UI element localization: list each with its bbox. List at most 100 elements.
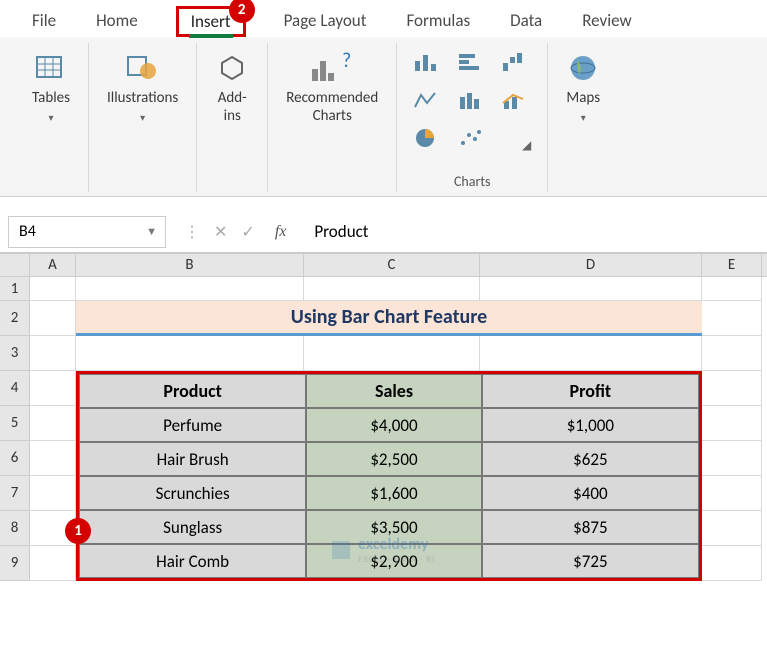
chart-dialog-icon[interactable]: ◢ xyxy=(497,123,531,153)
row-header[interactable]: 9 xyxy=(0,546,30,581)
group-charts: ◢ Charts xyxy=(397,43,548,192)
cell-profit: $625 xyxy=(482,442,699,476)
fx-icon[interactable]: fx xyxy=(265,223,297,241)
group-illustrations: Illustrations ▾ xyxy=(89,43,197,192)
table-row[interactable]: Sunglass $3,500 $875 xyxy=(79,510,699,544)
row-header[interactable]: 7 xyxy=(0,476,30,511)
cells-area[interactable]: Using Bar Chart Feature 1 Product Sales … xyxy=(30,277,767,581)
illustrations-label: Illustrations xyxy=(107,89,178,107)
header-product: Product xyxy=(79,374,306,408)
addins-label: Add- ins xyxy=(218,89,247,125)
group-maps: Maps ▾ xyxy=(548,43,618,192)
svg-text:?: ? xyxy=(342,51,351,73)
group-addins: Add- ins xyxy=(197,43,268,192)
dots-icon: ⋮ xyxy=(184,222,200,242)
chevron-down-icon: ▾ xyxy=(140,111,145,124)
row-header[interactable]: 6 xyxy=(0,441,30,476)
cell-sales: $3,500 xyxy=(306,510,481,544)
tab-data[interactable]: Data xyxy=(508,6,544,37)
ribbon: Tables ▾ Illustrations ▾ Add- ins ? Reco… xyxy=(0,37,767,197)
chart-combo-icon[interactable] xyxy=(497,85,531,115)
name-box-value: B4 xyxy=(19,222,36,241)
chevron-down-icon[interactable]: ▼ xyxy=(146,225,157,238)
col-header-A[interactable]: A xyxy=(30,254,76,276)
chart-column-icon[interactable] xyxy=(409,47,443,77)
tab-home[interactable]: Home xyxy=(94,6,140,37)
cell-sales: $2,500 xyxy=(306,442,481,476)
col-header-D[interactable]: D xyxy=(480,254,702,276)
cell-profit: $725 xyxy=(482,544,699,578)
rec-charts-button[interactable]: ? Recommended Charts xyxy=(280,47,384,129)
row-header[interactable]: 4 xyxy=(0,371,30,406)
chart-bar-icon[interactable] xyxy=(453,47,487,77)
chart-waterfall-icon[interactable] xyxy=(497,47,531,77)
group-tables: Tables ▾ xyxy=(14,43,89,192)
cell-profit: $1,000 xyxy=(482,408,699,442)
enter-icon[interactable]: ✓ xyxy=(241,222,254,242)
cell-sales: $2,900 xyxy=(306,544,481,578)
cell-sales: $1,600 xyxy=(306,476,481,510)
cancel-icon[interactable]: ✕ xyxy=(214,222,227,242)
table-header-row: Product Sales Profit xyxy=(79,374,699,408)
row-header[interactable]: 3 xyxy=(0,336,30,371)
chart-pie-icon[interactable] xyxy=(409,123,443,153)
tables-button[interactable]: Tables ▾ xyxy=(26,47,76,128)
row-headers: 1 2 3 4 5 6 7 8 9 xyxy=(0,277,30,581)
tables-icon xyxy=(34,51,68,85)
cell-product: Hair Brush xyxy=(79,442,306,476)
header-profit: Profit xyxy=(482,374,699,408)
chart-type-grid: ◢ xyxy=(409,47,535,159)
col-header-E[interactable]: E xyxy=(702,254,762,276)
ribbon-tabs: File Home Insert 2 Page Layout Formulas … xyxy=(0,0,767,37)
table-row[interactable]: Perfume $4,000 $1,000 xyxy=(79,408,699,442)
tab-review[interactable]: Review xyxy=(580,6,633,37)
tab-file[interactable]: File xyxy=(30,6,58,37)
worksheet: 1 2 3 4 5 6 7 8 9 Using Bar Chart Featur… xyxy=(0,277,767,581)
cell-product: Scrunchies xyxy=(79,476,306,510)
tab-page-layout[interactable]: Page Layout xyxy=(282,6,369,37)
tab-formulas[interactable]: Formulas xyxy=(404,6,472,37)
tab-insert[interactable]: Insert xyxy=(189,7,233,38)
chevron-down-icon: ▾ xyxy=(48,111,53,124)
table-row[interactable]: Scrunchies $1,600 $400 xyxy=(79,476,699,510)
maps-icon xyxy=(566,51,600,85)
row-header[interactable]: 1 xyxy=(0,277,30,301)
tables-label: Tables xyxy=(32,89,70,107)
row-header[interactable]: 5 xyxy=(0,406,30,441)
chart-scatter-icon[interactable] xyxy=(453,123,487,153)
formula-controls: ⋮ ✕ ✓ xyxy=(174,222,265,242)
illustrations-button[interactable]: Illustrations ▾ xyxy=(101,47,184,128)
maps-button[interactable]: Maps ▾ xyxy=(560,47,606,128)
addins-icon xyxy=(215,51,249,85)
cell-profit: $875 xyxy=(482,510,699,544)
addins-button[interactable]: Add- ins xyxy=(209,47,255,129)
charts-group-label: Charts xyxy=(454,173,491,190)
cell-product: Hair Comb xyxy=(79,544,306,578)
tab-insert-highlight: Insert 2 xyxy=(176,6,246,37)
cell-profit: $400 xyxy=(482,476,699,510)
data-table-selection[interactable]: 1 Product Sales Profit Perfume $4,000 $1… xyxy=(76,371,702,581)
table-row[interactable]: Hair Comb $2,900 $725 xyxy=(79,544,699,578)
maps-label: Maps xyxy=(566,89,600,107)
chart-line-icon[interactable] xyxy=(409,85,443,115)
table-row[interactable]: Hair Brush $2,500 $625 xyxy=(79,442,699,476)
name-box[interactable]: B4 ▼ xyxy=(8,216,166,248)
rec-charts-icon: ? xyxy=(307,51,357,85)
column-headers: A B C D E xyxy=(0,253,767,277)
formula-input[interactable]: Product xyxy=(296,221,767,242)
cell-sales: $4,000 xyxy=(306,408,481,442)
sheet-title-banner: Using Bar Chart Feature xyxy=(76,301,702,336)
cell-product: Sunglass xyxy=(79,510,306,544)
formula-bar: B4 ▼ ⋮ ✕ ✓ fx Product xyxy=(0,211,767,253)
col-header-B[interactable]: B xyxy=(76,254,304,276)
select-all-corner[interactable] xyxy=(0,254,30,276)
col-header-C[interactable]: C xyxy=(304,254,480,276)
row-header[interactable]: 8 xyxy=(0,511,30,546)
rec-charts-label: Recommended Charts xyxy=(286,89,378,125)
header-sales: Sales xyxy=(306,374,481,408)
row-header[interactable]: 2 xyxy=(0,301,30,336)
step-badge-2: 2 xyxy=(229,0,255,23)
chart-stat-icon[interactable] xyxy=(453,85,487,115)
chevron-down-icon: ▾ xyxy=(581,111,586,124)
group-rec-charts: ? Recommended Charts xyxy=(268,43,397,192)
